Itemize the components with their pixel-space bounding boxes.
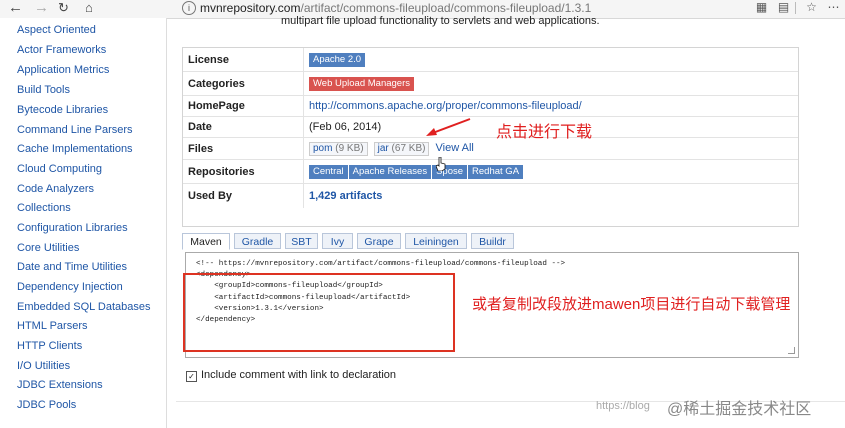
category-badge[interactable]: Web Upload Managers [309, 77, 414, 91]
view-all-link[interactable]: View All [436, 142, 474, 154]
repo-badge-central[interactable]: Central [309, 165, 348, 179]
sidebar-item[interactable]: Build Tools [17, 84, 70, 96]
repo-badge-redhat[interactable]: Redhat GA [468, 165, 524, 179]
sidebar-item[interactable]: Command Line Parsers [17, 124, 133, 136]
license-badge[interactable]: Apache 2.0 [309, 53, 366, 67]
sidebar-item[interactable]: HTTP Clients [17, 340, 82, 352]
homepage-row: HomePage http://commons.apache.org/prope… [183, 96, 798, 117]
jar-label: jar [377, 143, 389, 154]
sidebar-item[interactable]: JDBC Extensions [17, 379, 103, 391]
hand-cursor-icon [436, 157, 446, 171]
artifact-main: multipart file upload functionality to s… [176, 15, 845, 428]
forward-arrow-icon[interactable]: → [34, 0, 49, 16]
license-label: License [188, 54, 229, 66]
include-comment-option[interactable]: ✓ Include comment with link to declaratio… [186, 369, 396, 382]
sidebar-item[interactable]: Application Metrics [17, 64, 109, 76]
sidebar-item[interactable]: Collections [17, 202, 71, 214]
repositories-label: Repositories [188, 166, 255, 178]
more-icon[interactable]: ⋯ [827, 1, 840, 14]
date-row: Date (Feb 06, 2014) [183, 117, 798, 138]
bookmark-star-icon[interactable]: ☆ [805, 1, 818, 14]
usedby-label: Used By [188, 190, 233, 202]
annotation-click-download: 点击进行下载 [496, 124, 593, 141]
sidebar-item[interactable]: Cloud Computing [17, 163, 102, 175]
pom-label: pom [313, 143, 333, 154]
sidebar-item[interactable]: Configuration Libraries [17, 222, 128, 234]
homepage-link[interactable]: http://commons.apache.org/proper/commons… [309, 100, 582, 112]
sidebar-item[interactable]: Aspect Oriented [17, 24, 96, 36]
site-info-icon[interactable]: i [182, 1, 196, 15]
jar-size: (67 KB) [391, 143, 426, 154]
usedby-row: Used By 1,429 artifacts [183, 184, 798, 208]
categories-row: Categories Web Upload Managers [183, 72, 798, 96]
reader-view-icon[interactable]: ▤ [777, 1, 790, 14]
tab-buildr[interactable]: Buildr [471, 233, 514, 249]
reload-icon[interactable]: ↻ [58, 0, 69, 16]
artifact-description: multipart file upload functionality to s… [281, 15, 600, 27]
sidebar-item[interactable]: Core Utilities [17, 242, 79, 254]
address-bar[interactable]: mvnrepository.com/artifact/commons-fileu… [200, 0, 591, 16]
sidebar-item[interactable]: Embedded SQL Databases [17, 301, 151, 313]
tab-gradle[interactable]: Gradle [234, 233, 281, 249]
qr-code-icon[interactable]: ▦ [755, 1, 768, 14]
red-highlight-box [183, 273, 455, 352]
repo-badge-apache[interactable]: Apache Releases [348, 165, 432, 179]
include-comment-label: Include comment with link to declaration [201, 369, 397, 381]
toolbar-divider [795, 2, 796, 14]
sidebar-item[interactable]: HTML Parsers [17, 320, 88, 332]
tab-ivy[interactable]: Ivy [322, 233, 353, 249]
tab-grape[interactable]: Grape [357, 233, 401, 249]
include-comment-checkbox[interactable]: ✓ [186, 371, 197, 382]
resize-handle-icon[interactable] [788, 347, 795, 354]
sidebar-item[interactable]: Code Analyzers [17, 183, 94, 195]
back-arrow-icon[interactable]: ← [8, 0, 23, 16]
pom-download-button[interactable]: pom (9 KB) [309, 142, 368, 156]
sidebar-item[interactable]: I/O Utilities [17, 360, 70, 372]
category-sidebar: Aspect Oriented Actor Frameworks Applica… [0, 18, 167, 428]
url-host: mvnrepository.com [200, 1, 301, 15]
home-icon[interactable]: ⌂ [85, 0, 93, 16]
usedby-link[interactable]: 1,429 artifacts [309, 190, 382, 202]
tab-sbt[interactable]: SBT [285, 233, 318, 249]
sidebar-item[interactable]: Cache Implementations [17, 143, 133, 155]
tab-leiningen[interactable]: Leiningen [405, 233, 467, 249]
homepage-label: HomePage [188, 100, 245, 112]
files-label: Files [188, 143, 214, 155]
sidebar-item[interactable]: Actor Frameworks [17, 44, 106, 56]
sidebar-item[interactable]: Date and Time Utilities [17, 261, 127, 273]
sidebar-item[interactable]: Dependency Injection [17, 281, 123, 293]
juejin-watermark: @稀土掘金技术社区 [667, 401, 812, 418]
files-row: Files pom (9 KB) jar (67 KB) View All [183, 138, 798, 160]
categories-label: Categories [188, 78, 245, 90]
sidebar-item[interactable]: Bytecode Libraries [17, 104, 108, 116]
tab-maven[interactable]: Maven [182, 233, 230, 250]
pom-size: (9 KB) [335, 143, 364, 154]
artifact-info-table: License Apache 2.0 Categories Web Upload… [182, 47, 799, 227]
date-label: Date [188, 121, 212, 133]
faint-watermark: https://blog [596, 400, 650, 412]
red-arrow-annotation [426, 118, 471, 136]
url-path: /artifact/commons-fileupload/commons-fil… [300, 1, 592, 15]
jar-download-button[interactable]: jar (67 KB) [373, 142, 430, 156]
repositories-row: Repositories Central Apache Releases Spose… [183, 160, 798, 184]
license-row: License Apache 2.0 [183, 48, 798, 72]
annotation-copy-hint: 或者复制改段放进mawen项目进行自动下载管理 [472, 296, 791, 313]
date-value: (Feb 06, 2014) [309, 121, 382, 133]
sidebar-item[interactable]: JDBC Pools [17, 399, 76, 411]
